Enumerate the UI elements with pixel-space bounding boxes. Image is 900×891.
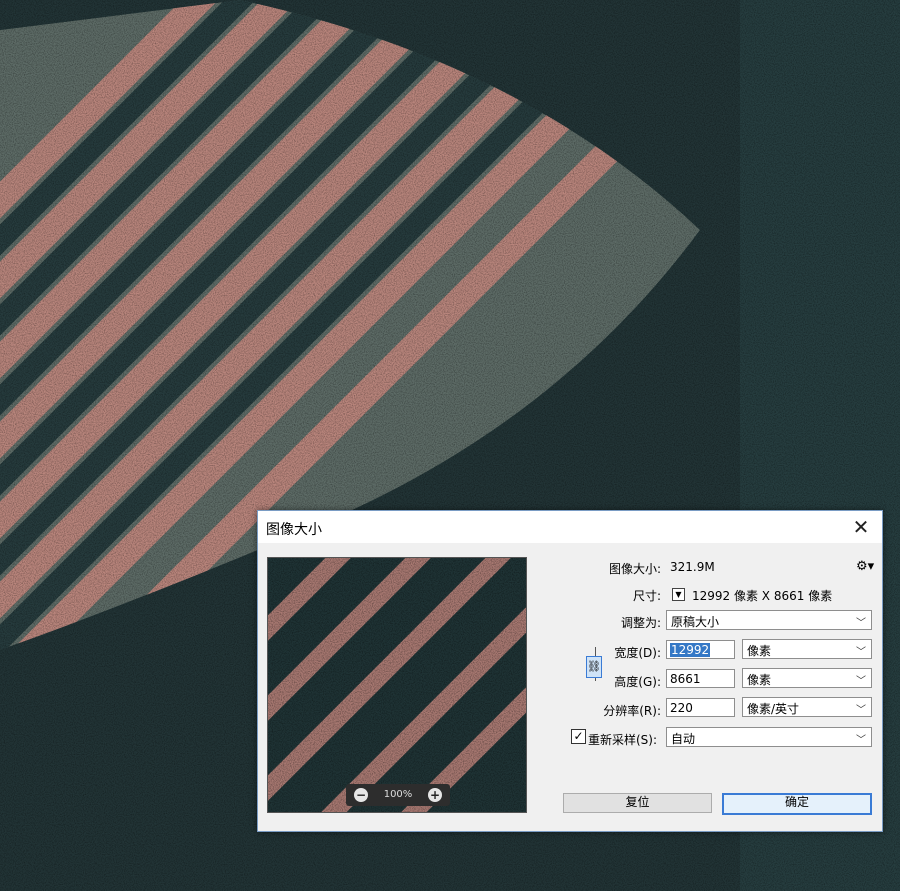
chevron-down-icon: ﹀ <box>856 705 866 716</box>
height-input[interactable]: 8661 <box>666 669 735 688</box>
chevron-down-icon: ﹀ <box>856 647 866 658</box>
zoom-bar: − 100% + <box>346 784 450 806</box>
zoom-in-icon[interactable]: + <box>428 788 442 802</box>
chevron-down-icon: ﹀ <box>856 735 866 746</box>
dialog-title: 图像大小 <box>266 522 322 538</box>
preview-artwork <box>268 558 526 812</box>
resolution-value: 220 <box>670 701 693 715</box>
height-unit-select[interactable]: 像素 ﹀ <box>742 668 872 688</box>
height-unit: 像素 <box>747 673 772 687</box>
dialog-titlebar[interactable]: 图像大小 ✕ <box>258 511 882 543</box>
resolution-label: 分辨率(R): <box>603 704 661 718</box>
reset-button[interactable]: 复位 <box>563 793 712 813</box>
dimensions-value: 12992 像素 X 8661 像素 <box>692 589 833 603</box>
image-size-dialog: 图像大小 ✕ − 100% + 图像大小: 321.9M ⚙▾ 尺寸: ▼ 12… <box>257 510 883 832</box>
resample-value: 自动 <box>671 732 696 746</box>
width-unit: 像素 <box>747 644 772 658</box>
chevron-down-icon: ﹀ <box>856 618 866 629</box>
width-value: 12992 <box>670 643 711 657</box>
image-size-label: 图像大小: <box>608 562 661 576</box>
width-label: 宽度(D): <box>614 646 661 660</box>
resolution-unit-select[interactable]: 像素/英寸 ﹀ <box>742 697 872 717</box>
width-unit-select[interactable]: 像素 ﹀ <box>742 639 872 659</box>
fit-to-value: 原稿大小 <box>671 615 720 629</box>
width-input[interactable]: 12992 <box>666 640 735 659</box>
height-value: 8661 <box>670 672 701 686</box>
height-label: 高度(G): <box>614 675 661 689</box>
image-preview[interactable]: − 100% + <box>267 557 527 813</box>
resample-label: 重新采样(S): <box>588 733 658 747</box>
dimensions-label: 尺寸: <box>632 589 661 603</box>
ok-button[interactable]: 确定 <box>722 793 872 815</box>
resample-select[interactable]: 自动 ﹀ <box>666 727 872 747</box>
image-size-value: 321.9M <box>670 560 715 574</box>
chevron-down-icon: ﹀ <box>856 676 866 687</box>
fit-to-select[interactable]: 原稿大小 ﹀ <box>666 610 872 630</box>
resolution-unit: 像素/英寸 <box>747 702 800 716</box>
fit-to-label: 调整为: <box>620 616 661 630</box>
chevron-down-icon[interactable]: ▼ <box>672 588 685 601</box>
close-icon[interactable]: ✕ <box>848 514 874 540</box>
gear-icon[interactable]: ⚙▾ <box>856 559 874 574</box>
resolution-input[interactable]: 220 <box>666 698 735 717</box>
resample-checkbox[interactable]: ✓ <box>571 729 586 744</box>
